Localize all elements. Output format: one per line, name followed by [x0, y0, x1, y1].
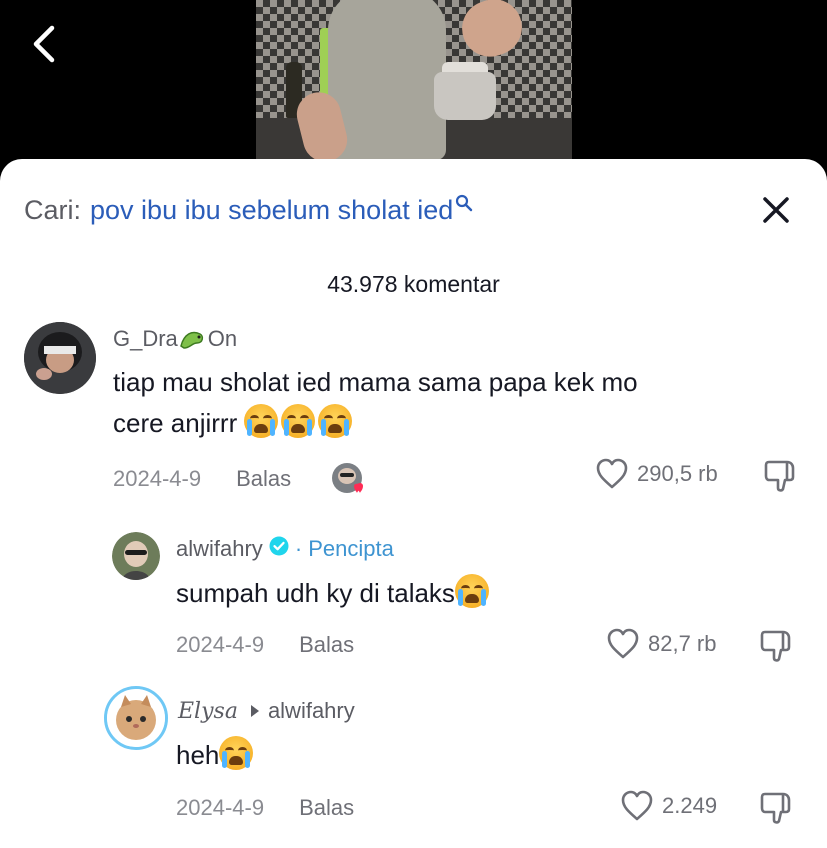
comment-text-line: cere anjirrr	[113, 403, 638, 444]
comment-count: 43.978 komentar	[327, 271, 500, 297]
reply-arrow-icon	[250, 698, 260, 724]
username: alwifahry	[176, 536, 263, 561]
back-arrow-icon[interactable]	[26, 22, 66, 66]
heart-icon	[621, 790, 653, 821]
verified-icon	[269, 536, 289, 562]
search-icon	[455, 188, 473, 219]
crying-emoji-icon	[244, 404, 279, 438]
video-frame[interactable]	[256, 0, 572, 160]
avatar[interactable]	[104, 686, 168, 750]
creator-badge: · Pencipta	[294, 536, 394, 561]
reply-button[interactable]: Balas	[236, 466, 291, 492]
comment-username[interactable]: G_Dra On	[113, 326, 237, 352]
avatar[interactable]	[24, 322, 96, 394]
comment-text: tiap mau sholat ied mama sama papa kek m…	[113, 362, 638, 444]
crying-emoji-icon	[318, 404, 353, 438]
like-button[interactable]: 290,5 rb	[595, 458, 718, 490]
comment-text: sumpah udh ky di talaks	[176, 573, 492, 614]
comment-text-fragment: heh	[176, 740, 220, 770]
video-pot	[434, 72, 496, 120]
heart-icon	[596, 458, 628, 489]
search-prefix: Cari:	[24, 194, 82, 225]
avatar[interactable]	[112, 532, 160, 580]
username: Elysa	[178, 698, 238, 724]
comment-date: 2024-4-9	[113, 466, 202, 491]
comment-username[interactable]: Elysa alwifahry	[178, 698, 355, 724]
comment-text-fragment: cere anjirrr	[113, 408, 238, 438]
comment-text-fragment: sumpah udh ky di talaks	[176, 578, 455, 608]
search-suggestion[interactable]: Cari: pov ibu ibu sebelum sholat ied	[24, 190, 473, 230]
search-query-link[interactable]: pov ibu ibu sebelum sholat ied	[90, 195, 453, 226]
username-part: On	[207, 326, 238, 351]
dislike-icon[interactable]	[763, 458, 799, 494]
dislike-icon[interactable]	[759, 790, 795, 826]
dragon-emoji-icon	[178, 326, 208, 352]
like-button[interactable]: 82,7 rb	[606, 628, 717, 660]
comment-meta: 2024-4-9 Balas	[176, 632, 354, 658]
creator-liked-avatar	[331, 462, 365, 496]
comment-date: 2024-4-9	[176, 795, 265, 820]
comment-text: heh	[176, 735, 256, 776]
video-preview[interactable]	[0, 0, 827, 175]
crying-emoji-icon	[454, 574, 489, 608]
like-count: 2.249	[662, 793, 718, 818]
crying-emoji-icon	[281, 404, 316, 438]
reply-button[interactable]: Balas	[299, 795, 354, 821]
username-part: G_Dra	[113, 326, 178, 351]
comment-meta: 2024-4-9 Balas	[113, 462, 365, 496]
close-icon[interactable]	[760, 194, 792, 226]
dislike-icon[interactable]	[759, 628, 795, 664]
like-count: 82,7 rb	[648, 631, 717, 656]
reply-to-username[interactable]: alwifahry	[268, 698, 355, 724]
comment-date: 2024-4-9	[176, 632, 265, 657]
comment-text-line: tiap mau sholat ied mama sama papa kek m…	[113, 367, 638, 397]
crying-emoji-icon	[219, 736, 254, 770]
comment-meta: 2024-4-9 Balas	[176, 795, 354, 821]
like-count: 290,5 rb	[637, 461, 718, 486]
heart-icon	[607, 628, 639, 659]
comment-username[interactable]: alwifahry · Pencipta	[176, 536, 394, 562]
reply-button[interactable]: Balas	[299, 632, 354, 658]
like-button[interactable]: 2.249	[620, 790, 717, 822]
